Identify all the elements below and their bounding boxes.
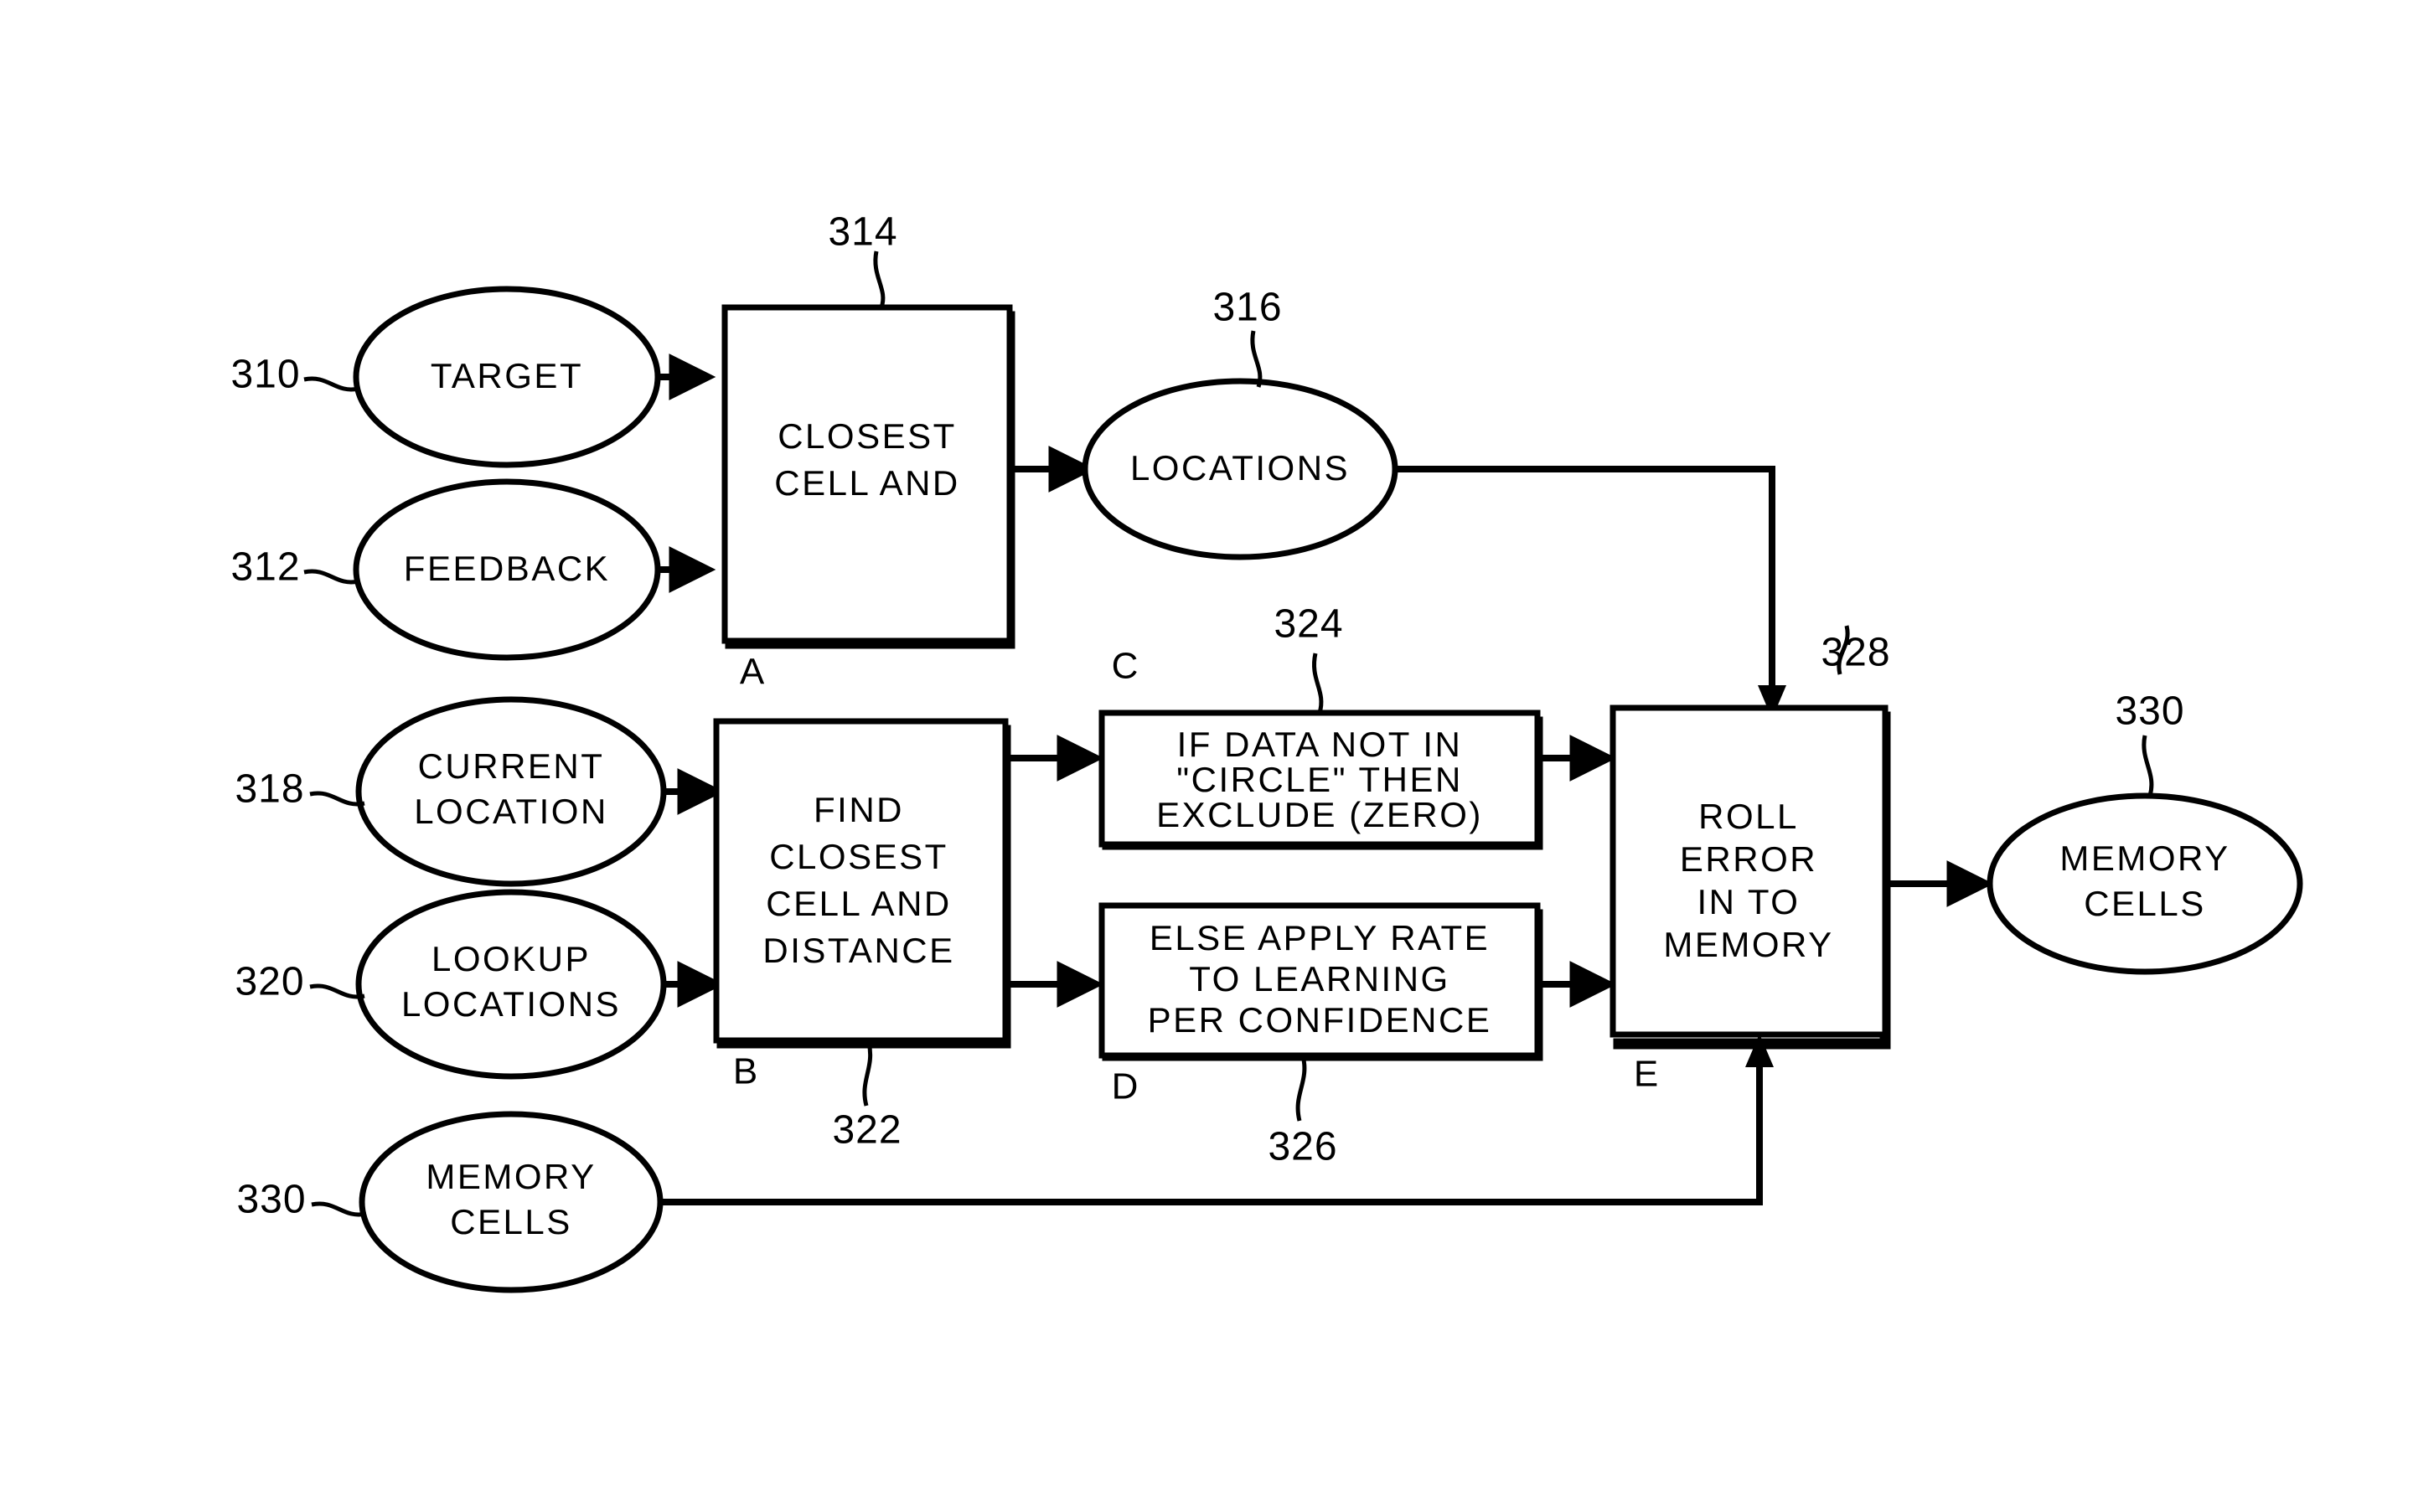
box-d-reference-callout: 326 xyxy=(1268,1055,1337,1169)
process-box-c[interactable]: IF DATA NOT IN "CIRCLE" THEN EXCLUDE (ZE… xyxy=(1098,710,1543,850)
lookup-locations-reference-callout: 320 xyxy=(235,960,365,1004)
node-memory-cells-input-line1: MEMORY xyxy=(426,1157,596,1196)
node-memory-cells-output-line2: CELLS xyxy=(2084,884,2206,923)
box-a-step-letter: A xyxy=(740,652,765,693)
box-e-line3: IN TO xyxy=(1697,882,1801,921)
node-memory-cells-input-line2: CELLS xyxy=(450,1202,572,1241)
box-c-step-letter: C xyxy=(1112,646,1139,687)
box-b-line2: CLOSEST xyxy=(769,837,948,876)
box-c-line2: "CIRCLE" THEN xyxy=(1176,760,1463,799)
box-b-reference-callout: 322 xyxy=(832,1042,902,1153)
ref-number-324: 324 xyxy=(1274,602,1343,647)
box-e-line2: ERROR xyxy=(1680,839,1817,879)
connector-locations-to-e xyxy=(1395,466,1786,719)
process-box-d[interactable]: ELSE APPLY RATE TO LEARNING PER CONFIDEN… xyxy=(1098,902,1543,1061)
ref-number-330-output: 330 xyxy=(2115,689,2184,734)
ref-number-316: 316 xyxy=(1212,286,1282,330)
box-b-step-letter: B xyxy=(733,1051,758,1092)
box-d-step-letter: D xyxy=(1112,1066,1139,1107)
box-e-line4: MEMORY xyxy=(1663,925,1833,964)
box-b-line4: DISTANCE xyxy=(762,931,954,970)
feedback-reference-callout: 312 xyxy=(230,545,359,590)
node-locations[interactable]: LOCATIONS xyxy=(1082,378,1398,560)
ref-number-314: 314 xyxy=(828,210,897,255)
box-d-line1: ELSE APPLY RATE xyxy=(1150,918,1490,957)
target-reference-callout: 310 xyxy=(230,353,359,397)
node-target-label: TARGET xyxy=(431,356,583,395)
box-d-line2: TO LEARNING xyxy=(1189,959,1449,999)
box-b-line1: FIND xyxy=(814,790,904,829)
node-target[interactable]: TARGET xyxy=(353,286,661,468)
ref-number-322: 322 xyxy=(832,1108,902,1153)
process-box-b[interactable]: FIND CLOSEST CELL AND DISTANCE xyxy=(713,718,1011,1049)
ref-number-310: 310 xyxy=(230,353,300,397)
patent-figure: CLOSEST CELL AND 314 A FIND CLOSEST CELL… xyxy=(0,0,2413,1512)
box-b-line3: CELL AND xyxy=(766,884,952,923)
node-lookup-locations-line1: LOOKUP xyxy=(431,939,591,978)
box-a-reference-callout: 314 xyxy=(828,210,897,308)
box-d-line3: PER CONFIDENCE xyxy=(1148,1000,1492,1040)
node-feedback-label: FEEDBACK xyxy=(404,549,610,588)
box-e-reference-callout: 328 xyxy=(1821,625,1890,675)
node-current-location-line2: LOCATION xyxy=(414,792,608,831)
ref-number-328: 328 xyxy=(1821,631,1890,675)
box-e-line1: ROLL xyxy=(1698,797,1799,836)
locations-reference-callout: 316 xyxy=(1212,286,1282,388)
node-memory-cells-input[interactable]: MEMORY CELLS xyxy=(359,1111,664,1293)
box-e-step-letter: E xyxy=(1634,1054,1659,1095)
node-lookup-locations-line2: LOCATIONS xyxy=(401,984,621,1024)
memory-cells-input-reference-callout: 330 xyxy=(236,1178,367,1222)
ref-number-330-input: 330 xyxy=(236,1178,306,1222)
memory-cells-output-reference-callout: 330 xyxy=(2115,689,2184,797)
ref-number-318: 318 xyxy=(235,767,304,812)
node-current-location-line1: CURRENT xyxy=(418,746,605,786)
box-c-line1: IF DATA NOT IN xyxy=(1177,725,1463,764)
ref-number-326: 326 xyxy=(1268,1125,1337,1169)
flow-diagram-canvas: CLOSEST CELL AND 314 A FIND CLOSEST CELL… xyxy=(230,210,2303,1293)
box-c-line3: EXCLUDE (ZERO) xyxy=(1156,795,1483,834)
ref-number-312: 312 xyxy=(230,545,300,590)
node-lookup-locations[interactable]: LOOKUP LOCATIONS xyxy=(355,889,667,1080)
process-box-e[interactable]: ROLL ERROR IN TO MEMORY xyxy=(1610,704,1891,1050)
ref-number-320: 320 xyxy=(235,960,304,1004)
node-locations-label: LOCATIONS xyxy=(1130,448,1350,488)
box-a-line2: CELL AND xyxy=(774,463,960,503)
current-location-reference-callout: 318 xyxy=(235,767,365,812)
node-memory-cells-output-line1: MEMORY xyxy=(2059,839,2230,878)
node-feedback[interactable]: FEEDBACK xyxy=(353,478,661,661)
box-a-line1: CLOSEST xyxy=(778,416,957,456)
process-box-a[interactable]: CLOSEST CELL AND xyxy=(721,304,1015,649)
node-current-location[interactable]: CURRENT LOCATION xyxy=(355,696,667,887)
node-memory-cells-output[interactable]: MEMORY CELLS xyxy=(1987,792,2303,975)
box-c-reference-callout: 324 xyxy=(1274,602,1343,714)
